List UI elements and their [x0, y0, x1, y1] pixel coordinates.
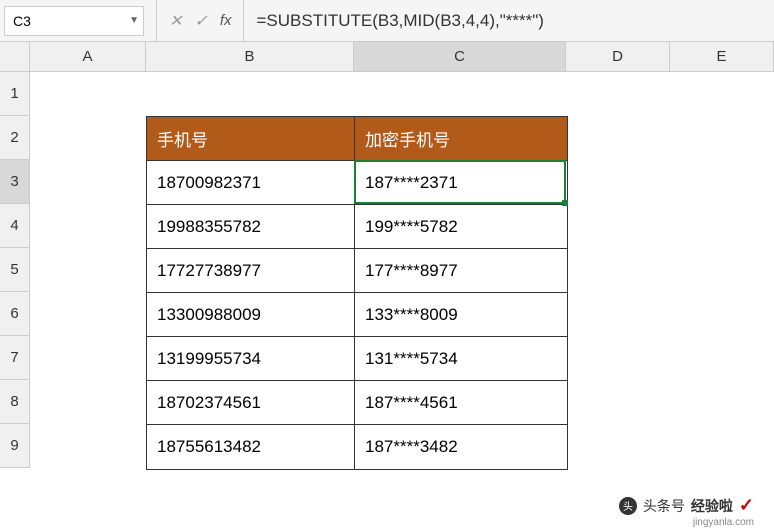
select-all-corner[interactable] — [0, 42, 30, 72]
row-headers: 1 2 3 4 5 6 7 8 9 — [0, 72, 30, 468]
watermark-text1: 头条号 — [643, 496, 685, 516]
row-header-7[interactable]: 7 — [0, 336, 30, 380]
table-row: 18700982371 187****2371 — [147, 161, 567, 205]
cell-B6[interactable]: 13300988009 — [147, 293, 355, 337]
watermark: 头 头条号 经验啦 ✓ jingyanla.com — [619, 495, 754, 516]
formula-bar: C3 ▼ ✕ ✓ fx =SUBSTITUTE(B3,MID(B3,4,4),"… — [0, 0, 774, 42]
name-box[interactable]: C3 ▼ — [4, 6, 144, 36]
col-header-B[interactable]: B — [146, 42, 354, 72]
row-header-2[interactable]: 2 — [0, 116, 30, 160]
name-box-value: C3 — [13, 13, 31, 29]
row-header-9[interactable]: 9 — [0, 424, 30, 468]
cell-C7[interactable]: 131****5734 — [355, 337, 567, 381]
confirm-icon[interactable]: ✓ — [194, 11, 207, 31]
row-header-4[interactable]: 4 — [0, 204, 30, 248]
column-headers: A B C D E — [30, 42, 774, 72]
formula-input[interactable]: =SUBSTITUTE(B3,MID(B3,4,4),"****") — [244, 0, 774, 41]
cell-B5[interactable]: 17727738977 — [147, 249, 355, 293]
checkmark-icon: ✓ — [739, 495, 754, 516]
row-header-8[interactable]: 8 — [0, 380, 30, 424]
row-header-5[interactable]: 5 — [0, 248, 30, 292]
cell-C6[interactable]: 133****8009 — [355, 293, 567, 337]
fx-icon[interactable]: fx — [220, 12, 232, 29]
watermark-sub: jingyanla.com — [693, 517, 754, 528]
header-masked[interactable]: 加密手机号 — [355, 117, 567, 161]
cell-B8[interactable]: 18702374561 — [147, 381, 355, 425]
watermark-logo-icon: 头 — [619, 497, 637, 515]
cell-B4[interactable]: 19988355782 — [147, 205, 355, 249]
table-row: 17727738977 177****8977 — [147, 249, 567, 293]
col-header-E[interactable]: E — [670, 42, 774, 72]
cell-B9[interactable]: 18755613482 — [147, 425, 355, 469]
row-header-3[interactable]: 3 — [0, 160, 30, 204]
watermark-text2: 经验啦 — [691, 496, 733, 516]
cell-C3[interactable]: 187****2371 — [355, 161, 567, 205]
row-header-1[interactable]: 1 — [0, 72, 30, 116]
row-header-6[interactable]: 6 — [0, 292, 30, 336]
cell-B3[interactable]: 18700982371 — [147, 161, 355, 205]
table-row: 13199955734 131****5734 — [147, 337, 567, 381]
col-header-C[interactable]: C — [354, 42, 566, 72]
cells-area[interactable]: 手机号 加密手机号 18700982371 187****2371 199883… — [30, 72, 774, 528]
col-header-D[interactable]: D — [566, 42, 670, 72]
table-row: 18755613482 187****3482 — [147, 425, 567, 469]
formula-controls: ✕ ✓ fx — [156, 0, 244, 41]
cell-C4[interactable]: 199****5782 — [355, 205, 567, 249]
col-header-A[interactable]: A — [30, 42, 146, 72]
cell-C5[interactable]: 177****8977 — [355, 249, 567, 293]
table-row: 18702374561 187****4561 — [147, 381, 567, 425]
data-table: 手机号 加密手机号 18700982371 187****2371 199883… — [146, 116, 568, 470]
formula-text: =SUBSTITUTE(B3,MID(B3,4,4),"****") — [256, 11, 543, 31]
cell-C9[interactable]: 187****3482 — [355, 425, 567, 469]
cell-B7[interactable]: 13199955734 — [147, 337, 355, 381]
chevron-down-icon[interactable]: ▼ — [129, 15, 139, 26]
header-phone[interactable]: 手机号 — [147, 117, 355, 161]
cancel-icon[interactable]: ✕ — [169, 11, 182, 31]
spreadsheet-grid: 1 2 3 4 5 6 7 8 9 A B C D E 手机号 加密手机号 — [0, 42, 774, 528]
table-header-row: 手机号 加密手机号 — [147, 117, 567, 161]
cell-C8[interactable]: 187****4561 — [355, 381, 567, 425]
table-row: 19988355782 199****5782 — [147, 205, 567, 249]
table-row: 13300988009 133****8009 — [147, 293, 567, 337]
